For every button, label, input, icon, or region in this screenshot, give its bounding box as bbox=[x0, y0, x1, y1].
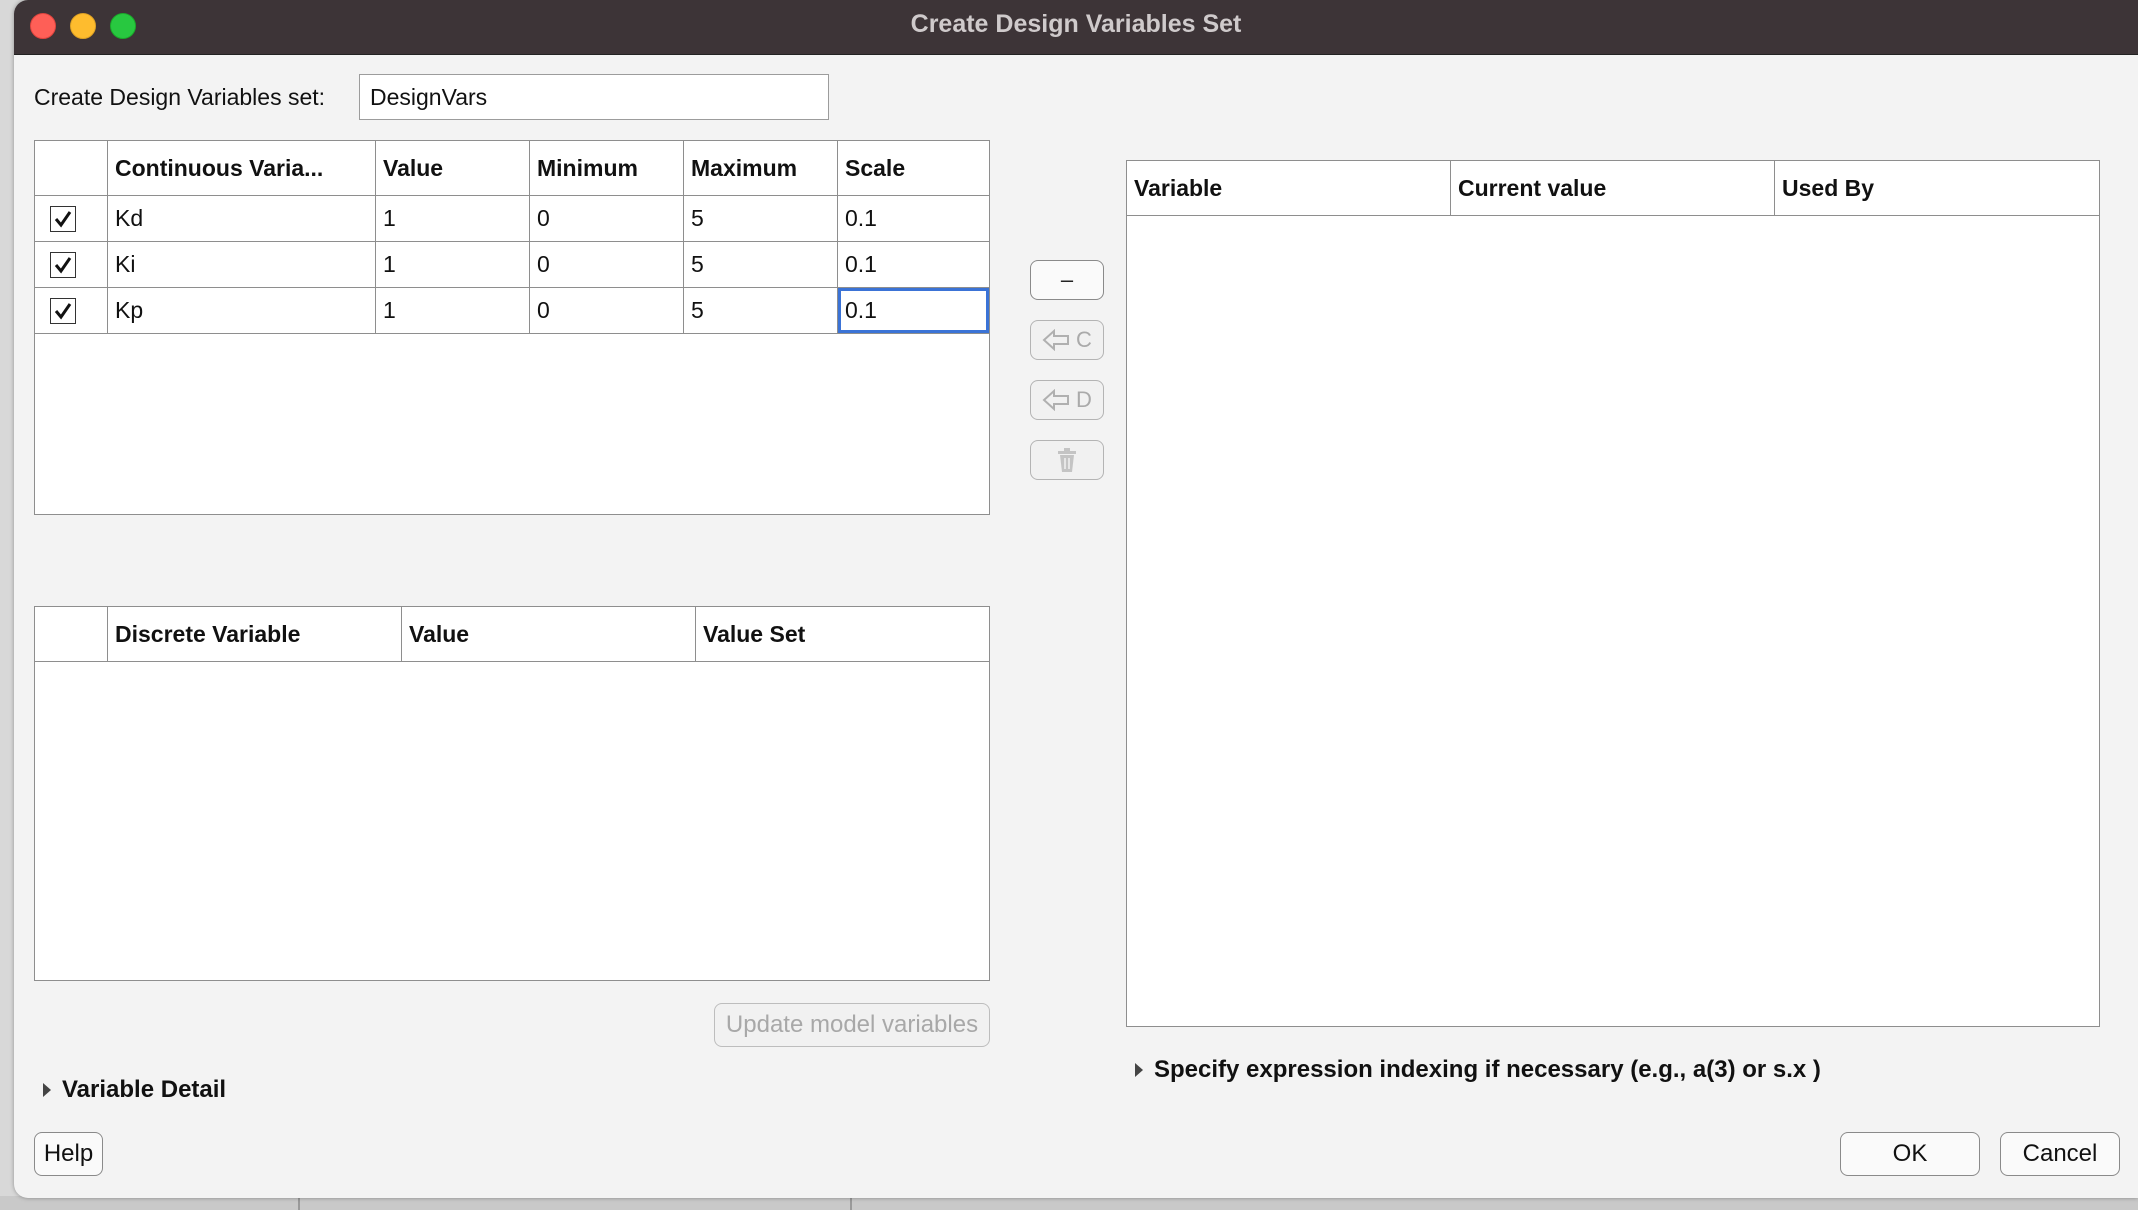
delete-button[interactable] bbox=[1030, 440, 1104, 480]
column-header[interactable]: Scale bbox=[838, 141, 989, 195]
scale-cell-selected[interactable]: 0.1 bbox=[838, 288, 989, 333]
background-divider bbox=[298, 1196, 300, 1210]
checkbox[interactable] bbox=[50, 251, 76, 278]
add-continuous-button[interactable]: C bbox=[1030, 320, 1104, 360]
cancel-button[interactable]: Cancel bbox=[2000, 1132, 2120, 1176]
checkmark-icon bbox=[54, 302, 72, 319]
background-divider bbox=[850, 1196, 852, 1210]
table-header-row: Variable Current value Used By bbox=[1127, 161, 2099, 216]
add-continuous-label: C bbox=[1076, 327, 1092, 352]
row-checkbox-cell[interactable] bbox=[35, 242, 108, 287]
add-discrete-button[interactable]: D bbox=[1030, 380, 1104, 420]
column-header[interactable]: Value bbox=[376, 141, 530, 195]
value-cell[interactable]: 1 bbox=[376, 196, 530, 241]
minimum-cell[interactable]: 0 bbox=[530, 242, 684, 287]
scale-cell[interactable]: 0.1 bbox=[838, 242, 989, 287]
check-column-header bbox=[35, 141, 108, 195]
column-header[interactable]: Minimum bbox=[530, 141, 684, 195]
table-header-row: Discrete Variable Value Value Set bbox=[35, 607, 989, 662]
minimum-cell[interactable]: 0 bbox=[530, 196, 684, 241]
checkmark-icon bbox=[54, 210, 72, 227]
left-arrow-icon bbox=[1042, 389, 1070, 411]
variable-detail-label: Variable Detail bbox=[62, 1076, 227, 1103]
remove-variable-button[interactable]: – bbox=[1030, 260, 1104, 300]
value-cell[interactable]: 1 bbox=[376, 288, 530, 333]
indexing-label: Specify expression indexing if necessary… bbox=[1154, 1056, 1821, 1083]
table-row[interactable]: Ki 1 0 5 0.1 bbox=[35, 242, 989, 288]
update-model-variables-button[interactable]: Update model variables bbox=[714, 1003, 990, 1047]
table-row[interactable]: Kp 1 0 5 0.1 bbox=[35, 288, 989, 334]
table-header-row: Continuous Varia... Value Minimum Maximu… bbox=[35, 141, 989, 196]
dialog-window: Create Design Variables Set Create Desig… bbox=[14, 0, 2138, 1198]
checkmark-icon bbox=[54, 256, 72, 273]
column-header[interactable]: Used By bbox=[1775, 161, 2099, 215]
column-header[interactable]: Maximum bbox=[684, 141, 838, 195]
title-bar: Create Design Variables Set bbox=[14, 0, 2138, 55]
checkbox[interactable] bbox=[50, 205, 76, 232]
left-arrow-icon bbox=[1042, 329, 1070, 351]
help-button[interactable]: Help bbox=[34, 1132, 103, 1176]
background-strip bbox=[0, 1196, 2138, 1210]
set-name-label: Create Design Variables set: bbox=[34, 84, 326, 110]
maximum-cell[interactable]: 5 bbox=[684, 196, 838, 241]
column-header[interactable]: Discrete Variable bbox=[108, 607, 402, 661]
column-header[interactable]: Value Set bbox=[696, 607, 989, 661]
maximum-cell[interactable]: 5 bbox=[684, 288, 838, 333]
minimum-cell[interactable]: 0 bbox=[530, 288, 684, 333]
window-title: Create Design Variables Set bbox=[910, 10, 1242, 38]
disclosure-triangle-icon bbox=[43, 1083, 51, 1097]
set-name-input[interactable]: DesignVars bbox=[359, 74, 829, 120]
row-checkbox-cell[interactable] bbox=[35, 196, 108, 241]
continuous-variables-table: Continuous Varia... Value Minimum Maximu… bbox=[34, 140, 990, 515]
variable-name-cell[interactable]: Kp bbox=[108, 288, 376, 333]
scale-cell[interactable]: 0.1 bbox=[838, 196, 989, 241]
add-discrete-label: D bbox=[1076, 387, 1092, 412]
column-header[interactable]: Current value bbox=[1451, 161, 1775, 215]
trash-icon bbox=[1058, 448, 1076, 472]
column-header[interactable]: Continuous Varia... bbox=[108, 141, 376, 195]
value-cell[interactable]: 1 bbox=[376, 242, 530, 287]
variable-detail-toggle[interactable]: Variable Detail bbox=[43, 1076, 226, 1104]
column-header[interactable]: Variable bbox=[1127, 161, 1451, 215]
variable-name-cell[interactable]: Kd bbox=[108, 196, 376, 241]
indexing-toggle[interactable]: Specify expression indexing if necessary… bbox=[1135, 1056, 1821, 1084]
disclosure-triangle-icon bbox=[1135, 1063, 1143, 1077]
check-column-header bbox=[35, 607, 108, 661]
checkbox[interactable] bbox=[50, 297, 76, 324]
model-variables-table: Variable Current value Used By bbox=[1126, 160, 2100, 1027]
maximum-cell[interactable]: 5 bbox=[684, 242, 838, 287]
column-header[interactable]: Value bbox=[402, 607, 696, 661]
discrete-variables-table: Discrete Variable Value Value Set bbox=[34, 606, 990, 981]
table-row[interactable]: Kd 1 0 5 0.1 bbox=[35, 196, 989, 242]
variable-name-cell[interactable]: Ki bbox=[108, 242, 376, 287]
minus-icon: – bbox=[1060, 267, 1074, 292]
row-checkbox-cell[interactable] bbox=[35, 288, 108, 333]
ok-button[interactable]: OK bbox=[1840, 1132, 1980, 1176]
